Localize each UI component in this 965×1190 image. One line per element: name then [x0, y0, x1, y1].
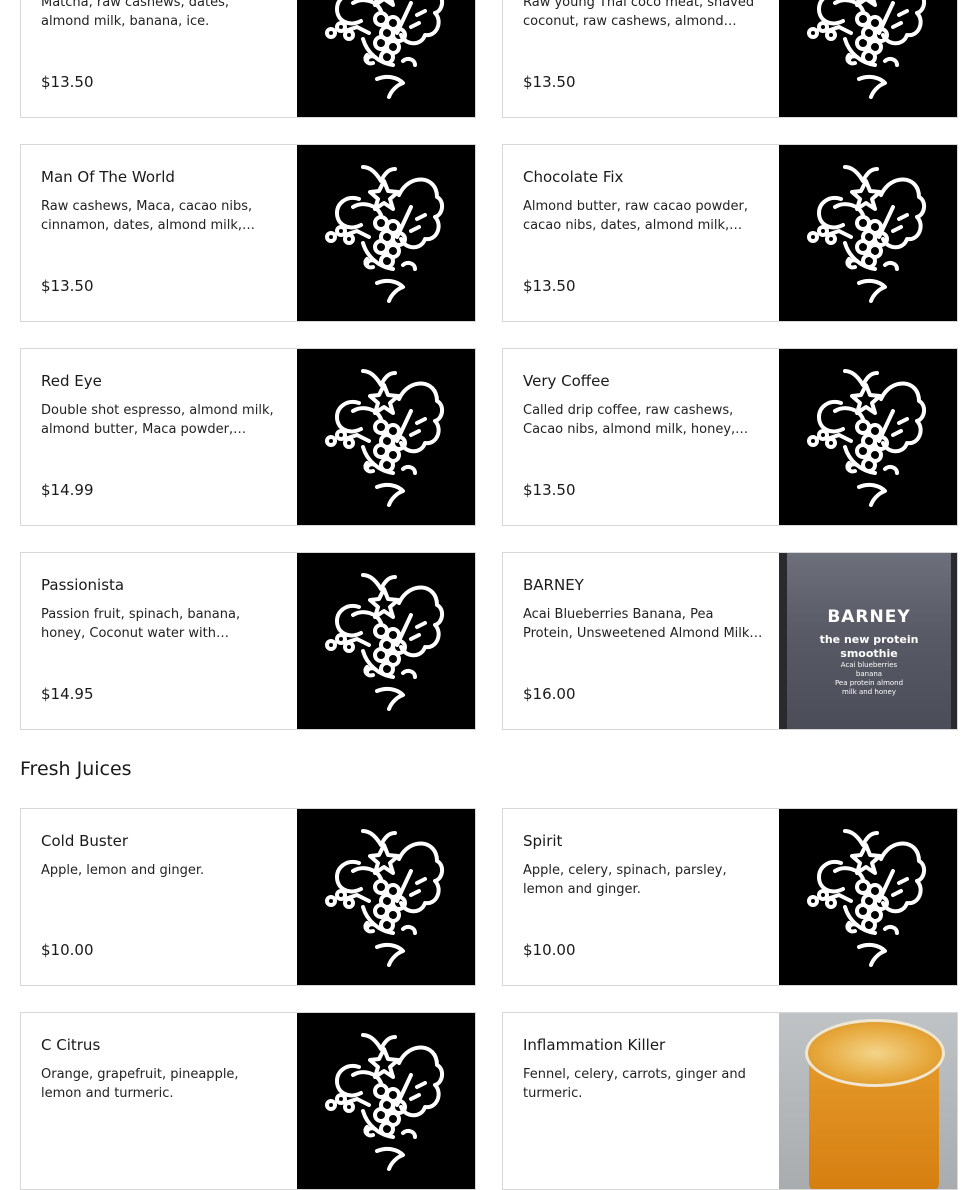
fruit-logo-icon [325, 1033, 444, 1171]
menu-item-description: Called drip coffee, raw cashews, Cacao n… [523, 403, 749, 437]
menu-item-card[interactable]: Chocolate Fix Almond butter, raw cacao p… [502, 144, 958, 322]
menu-item-photo [779, 1013, 957, 1189]
menu-item-card[interactable]: Spirit Apple, celery, spinach, parsley, … [502, 808, 958, 986]
menu-item-image [297, 553, 475, 729]
menu-item-image [779, 0, 957, 117]
menu-item-price: $14.99 [41, 481, 94, 499]
menu-item-image [297, 1013, 475, 1189]
menu-item-name: Chocolate Fix [523, 168, 624, 186]
menu-item-name: Man Of The World [41, 168, 175, 186]
fruit-logo-icon [325, 829, 444, 967]
menu-item-image [779, 809, 957, 985]
smoothie-cup-image: BARNEY the new protein smoothie Acai blu… [787, 553, 951, 729]
photo-label-title: BARNEY [827, 607, 911, 627]
section-title: Fresh Juices [20, 758, 132, 780]
menu-item-info: Chocolate Fix Almond butter, raw cacao p… [523, 145, 763, 321]
fruit-logo-icon [325, 0, 444, 99]
menu-item-description: Fennel, celery, carrots, ginger and turm… [523, 1067, 746, 1101]
menu-item-info: Passionista Passion fruit, spinach, bana… [41, 553, 281, 729]
menu-item-card[interactable]: BARNEY Acai Blueberries Banana, Pea Prot… [502, 552, 958, 730]
menu-item-name: C Citrus [41, 1036, 101, 1054]
menu-item-info: C Citrus Orange, grapefruit, pineapple, … [41, 1013, 281, 1189]
menu-item-price: $13.50 [523, 73, 576, 91]
photo-label-ingredients: Acai blueberries [840, 661, 898, 669]
menu-item-image [297, 809, 475, 985]
menu-item-info: Red Eye Double shot espresso, almond mil… [41, 349, 281, 525]
menu-item-name: Spirit [523, 832, 563, 850]
menu-item-price: $13.50 [523, 277, 576, 295]
menu-item-image [779, 145, 957, 321]
menu-item-info: Matcha, raw cashews, dates, almond milk,… [41, 0, 281, 117]
menu-item-description: Apple, lemon and ginger. [41, 863, 205, 878]
menu-item-price: $13.50 [41, 73, 94, 91]
menu-item-price: $13.50 [523, 481, 576, 499]
menu-item-description: Raw cashews, Maca, cacao nibs, cinnamon,… [41, 199, 256, 233]
menu-item-card[interactable]: Inflammation Killer Fennel, celery, carr… [502, 1012, 958, 1190]
fruit-logo-icon [325, 573, 444, 711]
photo-label-subtitle: smoothie [840, 647, 898, 660]
menu-item-info: Raw young Thai coco meat, shaved coconut… [523, 0, 763, 117]
photo-label-ingredients: milk and honey [842, 688, 896, 696]
menu-item-description: Raw young Thai coco meat, shaved coconut… [523, 0, 755, 29]
fruit-logo-icon [807, 165, 926, 303]
menu-item-card[interactable]: Passionista Passion fruit, spinach, bana… [20, 552, 476, 730]
menu-item-name: Passionista [41, 576, 125, 594]
menu-item-description: Acai Blueberries Banana, Pea Protein, Un… [523, 607, 754, 641]
menu-item-description: Orange, grapefruit, pineapple, lemon and… [41, 1067, 239, 1101]
menu-item-name: Inflammation Killer [523, 1036, 666, 1054]
photo-label-ingredients: banana [855, 670, 883, 678]
menu-item-price: $13.50 [41, 277, 94, 295]
menu-item-image [297, 349, 475, 525]
menu-item-card[interactable]: Man Of The World Raw cashews, Maca, caca… [20, 144, 476, 322]
menu-item-description: Passion fruit, spinach, banana, honey, C… [41, 607, 241, 641]
photo-label-ingredients: Pea protein almond [834, 679, 904, 687]
juice-lid [805, 1019, 945, 1087]
menu-item-info: Cold Buster Apple, lemon and ginger. $10… [41, 809, 281, 985]
menu-item-price: $16.00 [523, 685, 576, 703]
menu-item-card[interactable]: Matcha, raw cashews, dates, almond milk,… [20, 0, 476, 118]
menu-item-image [297, 0, 475, 117]
menu-item-name: Very Coffee [523, 372, 610, 390]
menu-item-price: $10.00 [523, 941, 576, 959]
menu-item-description: Double shot espresso, almond milk, almon… [41, 403, 274, 437]
menu-item-description: Almond butter, raw cacao powder, cacao n… [523, 199, 748, 233]
menu-item-card[interactable]: C Citrus Orange, grapefruit, pineapple, … [20, 1012, 476, 1190]
menu-item-description: Apple, celery, spinach, parsley, lemon a… [523, 863, 727, 897]
menu-item-info: Inflammation Killer Fennel, celery, carr… [523, 1013, 763, 1189]
menu-item-info: Man Of The World Raw cashews, Maca, caca… [41, 145, 281, 321]
menu-item-photo: BARNEY the new protein smoothie Acai blu… [779, 553, 957, 729]
menu-item-card[interactable]: Raw young Thai coco meat, shaved coconut… [502, 0, 958, 118]
menu-item-name: BARNEY [523, 576, 584, 594]
menu-item-image [779, 349, 957, 525]
menu-item-image [297, 145, 475, 321]
menu-item-description: Matcha, raw cashews, dates, almond milk,… [41, 0, 229, 29]
fruit-logo-icon [325, 165, 444, 303]
fruit-logo-icon [325, 369, 444, 507]
menu-item-card[interactable]: Red Eye Double shot espresso, almond mil… [20, 348, 476, 526]
fruit-logo-icon [807, 369, 926, 507]
fruit-logo-icon [807, 0, 926, 99]
menu-item-info: Very Coffee Called drip coffee, raw cash… [523, 349, 763, 525]
menu-item-card[interactable]: Cold Buster Apple, lemon and ginger. $10… [20, 808, 476, 986]
menu-item-name: Red Eye [41, 372, 102, 390]
menu-item-info: BARNEY Acai Blueberries Banana, Pea Prot… [523, 553, 763, 729]
photo-label-subtitle: the new protein [819, 633, 919, 646]
menu-item-price: $10.00 [41, 941, 94, 959]
juice-cup-image [779, 1013, 957, 1189]
menu-item-card[interactable]: Very Coffee Called drip coffee, raw cash… [502, 348, 958, 526]
menu-item-info: Spirit Apple, celery, spinach, parsley, … [523, 809, 763, 985]
menu-item-name: Cold Buster [41, 832, 128, 850]
menu-item-price: $14.95 [41, 685, 94, 703]
fruit-logo-icon [807, 829, 926, 967]
